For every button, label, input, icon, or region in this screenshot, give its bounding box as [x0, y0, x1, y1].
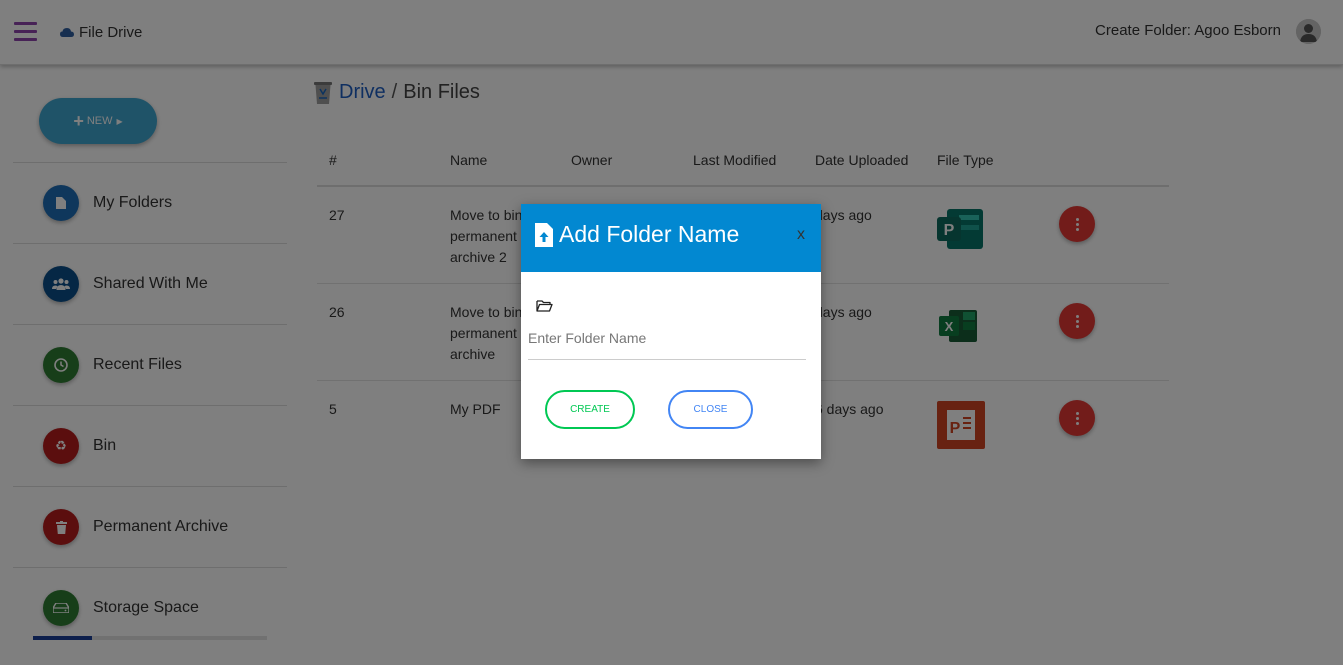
close-icon[interactable]: x	[797, 226, 805, 244]
modal-title: Add Folder Name	[535, 221, 739, 248]
add-folder-modal: Add Folder Name x CREATE CLOSE	[521, 204, 821, 459]
modal-title-text: Add Folder Name	[559, 221, 740, 247]
close-button[interactable]: CLOSE	[668, 390, 753, 429]
modal-header: Add Folder Name x	[521, 204, 821, 272]
file-upload-icon	[535, 222, 553, 247]
folder-open-icon	[536, 300, 553, 312]
create-button[interactable]: CREATE	[545, 390, 635, 429]
folder-name-input[interactable]	[528, 316, 806, 360]
